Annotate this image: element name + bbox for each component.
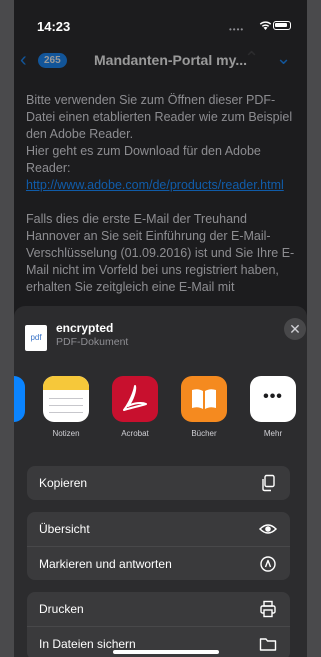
dots-signal-icon: •••• <box>229 25 245 34</box>
email-paragraph: Falls dies die erste E-Mail der Treuhand… <box>26 212 295 294</box>
email-text: Hier geht es zum Download für den Adobe … <box>26 144 261 175</box>
app-label: Bücher <box>191 429 217 438</box>
action-overview[interactable]: Übersicht <box>27 512 290 546</box>
app-label: Acrobat <box>121 429 149 438</box>
email-body: Bitte verwenden Sie zum Öffnen dieser PD… <box>26 92 301 313</box>
chevron-up-icon[interactable]: ⌃ <box>244 48 259 69</box>
battery-icon <box>273 21 291 30</box>
mail-nav-bar: ‹ 265 Mandanten-Portal my... ⌃ ⌄ <box>14 44 307 76</box>
action-label: In Dateien sichern <box>39 637 136 651</box>
action-copy[interactable]: Kopieren <box>27 466 290 500</box>
app-more[interactable]: ••• Mehr <box>243 376 303 438</box>
action-markup-reply[interactable]: Markieren und antworten <box>27 546 290 580</box>
adobe-download-link[interactable]: http://www.adobe.com/de/products/reader.… <box>26 178 284 192</box>
status-icons: •••• <box>229 20 293 34</box>
app-books[interactable]: Bücher <box>174 376 234 438</box>
app-acrobat[interactable]: Acrobat <box>105 376 165 438</box>
mail-subject-title: Mandanten-Portal my... <box>94 52 247 68</box>
pdf-file-icon: pdf <box>25 325 47 351</box>
wifi-icon <box>259 21 272 30</box>
share-apps-row: Notizen Acrobat Bücher ••• Mehr <box>14 376 307 442</box>
file-name: encrypted <box>56 321 114 335</box>
action-group-view: Übersicht Markieren und antworten <box>27 512 290 580</box>
action-label: Markieren und antworten <box>39 557 172 571</box>
action-print[interactable]: Drucken <box>27 592 290 626</box>
status-bar: 14:23 •••• <box>14 0 307 36</box>
books-app-icon <box>181 376 227 422</box>
markup-icon <box>260 556 276 572</box>
folder-icon <box>259 638 277 651</box>
action-label: Drucken <box>39 602 84 616</box>
unread-count-badge: 265 <box>38 53 67 68</box>
action-label: Übersicht <box>39 522 90 536</box>
action-group-copy: Kopieren <box>27 466 290 500</box>
email-paragraph: Bitte verwenden Sie zum Öffnen dieser PD… <box>26 92 301 194</box>
chevron-left-icon[interactable]: ‹ <box>20 49 27 72</box>
status-time: 14:23 <box>37 19 71 34</box>
notes-app-icon <box>43 376 89 422</box>
share-sheet-header: pdf encrypted PDF-Dokument ✕ <box>14 306 307 360</box>
home-indicator[interactable] <box>113 650 219 654</box>
acrobat-app-icon <box>112 376 158 422</box>
chevron-down-icon[interactable]: ⌄ <box>276 48 291 69</box>
phone-screen: 14:23 •••• ‹ 265 Mandanten-Portal my... … <box>14 0 307 657</box>
action-label: Kopieren <box>39 476 88 490</box>
more-icon: ••• <box>250 376 296 422</box>
mail-app-icon <box>14 376 25 422</box>
app-label: Notizen <box>52 429 80 438</box>
close-icon[interactable]: ✕ <box>284 318 306 340</box>
printer-icon <box>260 600 276 618</box>
share-sheet: pdf encrypted PDF-Dokument ✕ Notizen Acr… <box>14 306 307 657</box>
action-group-output: Drucken In Dateien sichern <box>27 592 290 657</box>
email-text: Bitte verwenden Sie zum Öffnen dieser PD… <box>26 93 293 141</box>
app-notes[interactable]: Notizen <box>36 376 96 438</box>
copy-icon <box>262 474 275 492</box>
file-type: PDF-Dokument <box>56 336 129 348</box>
app-label: Mehr <box>263 429 283 438</box>
eye-icon <box>258 524 278 534</box>
